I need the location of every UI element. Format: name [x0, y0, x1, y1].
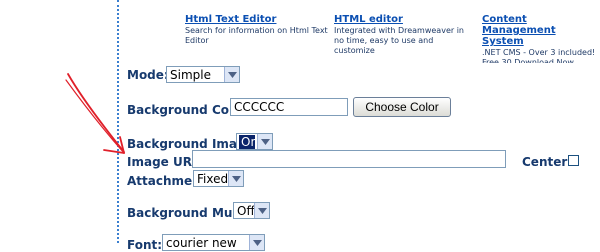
annotation-arrow-icon	[65, 73, 125, 154]
